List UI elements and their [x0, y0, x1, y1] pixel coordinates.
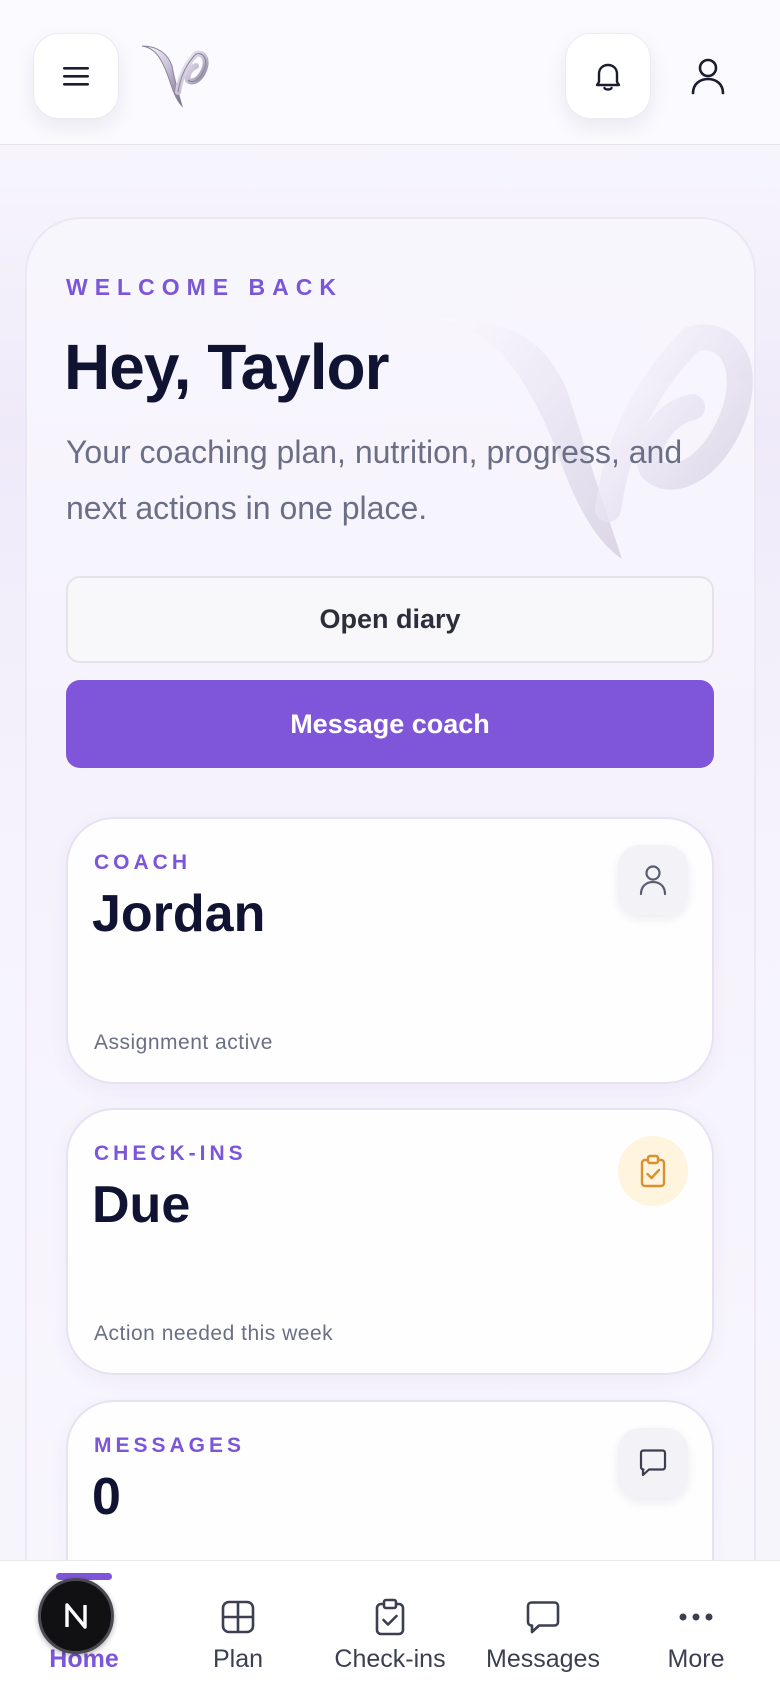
- welcome-eyebrow: WELCOME BACK: [66, 274, 343, 300]
- bell-icon: [595, 63, 621, 91]
- nav-label: More: [667, 1645, 725, 1673]
- bottom-navigation: Home Plan Check-ins Messages More: [0, 1560, 780, 1688]
- coach-name: Jordan: [92, 885, 266, 943]
- card-label: COACH: [94, 851, 191, 874]
- check-ins-icon-badge: [618, 1136, 688, 1206]
- nav-item-plan[interactable]: Plan: [160, 1561, 316, 1688]
- coach-card[interactable]: COACH Jordan Assignment active: [66, 817, 714, 1084]
- nav-item-check-ins[interactable]: Check-ins: [312, 1561, 468, 1688]
- top-header: [0, 0, 780, 145]
- clipboard-check-icon: [640, 1154, 666, 1188]
- card-footer: Assignment active: [94, 1031, 273, 1054]
- notifications-button[interactable]: [565, 33, 651, 119]
- page-title: Hey, Taylor: [64, 331, 390, 403]
- hero-subtitle: Your coaching plan, nutrition, progress,…: [66, 434, 683, 526]
- check-ins-status: Due: [92, 1176, 191, 1234]
- card-label: MESSAGES: [94, 1434, 246, 1457]
- open-diary-button[interactable]: Open diary: [66, 576, 714, 663]
- message-coach-button[interactable]: Message coach: [66, 680, 714, 768]
- n-overlay-badge[interactable]: [38, 1578, 114, 1654]
- card-label: CHECK-INS: [94, 1142, 247, 1165]
- nav-label: Plan: [212, 1645, 264, 1673]
- n-letter-icon: [65, 1603, 87, 1629]
- messages-icon-badge: [618, 1428, 688, 1498]
- grid-icon: [218, 1597, 258, 1637]
- check-ins-card[interactable]: CHECK-INS Due Action needed this week: [66, 1108, 714, 1375]
- hamburger-menu-icon: [63, 67, 89, 86]
- messages-count: 0: [92, 1468, 121, 1526]
- card-footer: Action needed this week: [94, 1322, 334, 1345]
- nav-label: Messages: [486, 1645, 600, 1673]
- menu-button[interactable]: [33, 33, 119, 119]
- clipboard-check-icon: [370, 1597, 410, 1637]
- chat-bubble-icon: [523, 1597, 563, 1637]
- nav-label: Check-ins: [334, 1645, 446, 1673]
- nav-item-more[interactable]: More: [618, 1561, 774, 1688]
- chat-bubble-icon: [639, 1449, 667, 1477]
- coach-icon-badge: [618, 845, 688, 915]
- user-icon: [691, 58, 725, 95]
- user-icon: [639, 865, 667, 896]
- v-brand-logo[interactable]: [138, 42, 210, 112]
- profile-button[interactable]: [665, 33, 751, 119]
- more-dots-icon: [676, 1597, 716, 1637]
- nav-item-messages[interactable]: Messages: [465, 1561, 621, 1688]
